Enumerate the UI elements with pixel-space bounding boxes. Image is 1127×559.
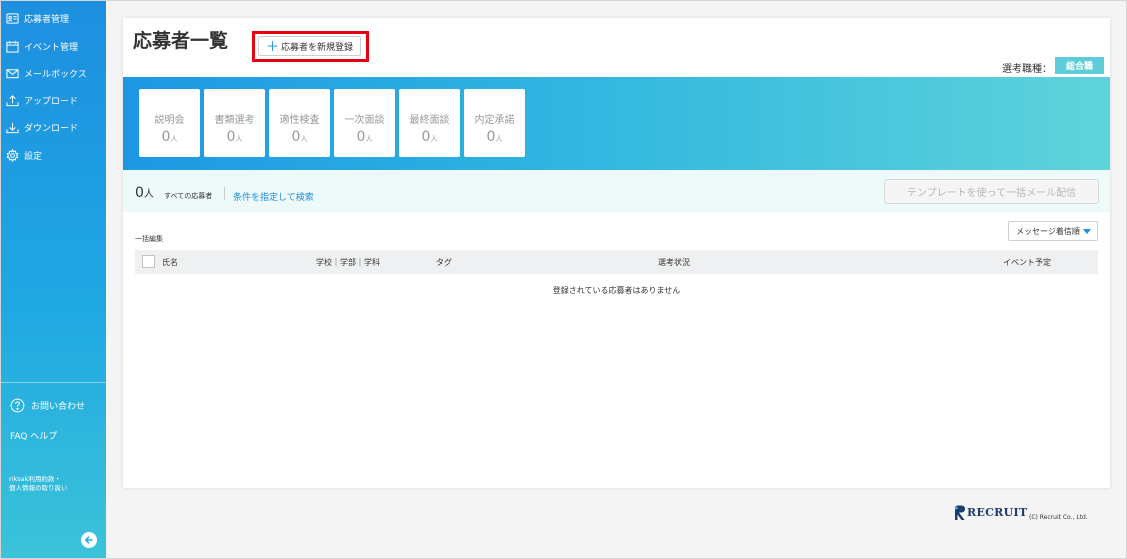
sidebar-item-settings[interactable]: 設定 [6, 144, 42, 166]
recruit-logo: RECRUIT [953, 505, 1027, 520]
selection-stage-band: 説明会 0人 書類選考 0人 適性検査 0人 一次面談 0人 最終面談 0人 内… [123, 77, 1110, 170]
job-type-label: 選考職種： [1002, 64, 1052, 75]
stage-card-aptitude-test[interactable]: 適性検査 0人 [269, 89, 330, 157]
sidebar-item-label: アップロード [24, 96, 79, 107]
download-icon [6, 122, 19, 133]
summary-bar: 0人 すべての応募者 条件を指定して検索 テンプレートを使って一括メール配信 [123, 170, 1110, 212]
main-panel: 応募者一覧 ＋ 応募者を新規登録 選考職種： 総合職 説明会 0人 書類選考 0… [123, 18, 1110, 488]
stage-label: 適性検査 [279, 115, 320, 126]
stage-card-offer-accepted[interactable]: 内定承諾 0人 [464, 89, 525, 157]
sidebar-item-download[interactable]: ダウンロード [6, 116, 78, 138]
all-applicants-label: すべての応募者 [164, 192, 213, 200]
sidebar-item-label: 応募者管理 [24, 14, 70, 25]
sidebar-item-label: ダウンロード [24, 123, 79, 134]
stage-label: 内定承諾 [474, 115, 515, 126]
sidebar-item-events[interactable]: イベント管理 [6, 35, 78, 57]
mail-icon [6, 68, 19, 78]
stage-label: 書類選考 [214, 115, 255, 126]
stage-card-final-interview[interactable]: 最終面談 0人 [399, 89, 460, 157]
sidebar-item-label: メールボックス [24, 69, 87, 80]
select-all-checkbox[interactable] [142, 255, 155, 268]
stage-count: 0人 [356, 129, 373, 145]
contact-label: お問い合わせ [31, 402, 86, 412]
sidebar-item-mailbox[interactable]: メールボックス [6, 62, 87, 84]
stage-label: 一次面談 [344, 115, 385, 126]
stage-label: 説明会 [154, 115, 185, 126]
brand-name: RECRUIT [967, 506, 1028, 519]
applicant-table-header: 氏名 学校｜学部｜学科 タグ 選考状況 イベント予定 [135, 250, 1098, 274]
page-title: 応募者一覧 [133, 30, 229, 52]
stage-count: 0人 [421, 129, 438, 145]
upload-icon [6, 94, 19, 106]
faq-help-link[interactable]: FAQ ヘルプ [10, 429, 57, 442]
id-card-icon [6, 12, 19, 24]
sort-order-value: メッセージ着信順 [1016, 226, 1080, 236]
column-header-tag: タグ [436, 258, 452, 267]
sidebar: 応募者管理 イベント管理 メールボックス アップロード ダウンロード 設定 お問… [1, 1, 106, 558]
stage-card-briefing[interactable]: 説明会 0人 [139, 89, 200, 157]
sidebar-item-label: イベント管理 [24, 42, 79, 53]
column-header-status: 選考状況 [658, 258, 690, 267]
job-type-badge[interactable]: 総合職 [1055, 57, 1104, 74]
terms-line-1: riksak利用約款・ [9, 475, 61, 483]
question-circle-icon [10, 398, 25, 413]
stage-card-document-screening[interactable]: 書類選考 0人 [204, 89, 265, 157]
contact-link[interactable]: お問い合わせ [10, 398, 85, 413]
stage-card-first-interview[interactable]: 一次面談 0人 [334, 89, 395, 157]
total-applicant-count: 0人 [135, 185, 154, 201]
terms-line-2: 個人情報の取り扱い [9, 484, 68, 492]
empty-state-message: 登録されている応募者はありません [552, 286, 681, 295]
sidebar-item-applicants[interactable]: 応募者管理 [6, 7, 69, 29]
gear-icon [6, 148, 19, 162]
sidebar-divider [1, 382, 106, 383]
stage-count: 0人 [486, 129, 503, 145]
arrow-left-circle-icon [84, 536, 93, 544]
stage-count: 0人 [291, 129, 308, 145]
bulk-mail-button[interactable]: テンプレートを使って一括メール配信 [884, 179, 1099, 204]
sort-order-select[interactable]: メッセージ着信順 [1008, 221, 1098, 241]
sidebar-item-label: 設定 [24, 151, 43, 162]
stage-count: 0人 [161, 129, 178, 145]
bulk-edit-label[interactable]: 一括編集 [135, 234, 163, 244]
column-header-event-schedule: イベント予定 [1003, 258, 1051, 267]
plus-icon: ＋ [265, 38, 279, 54]
terms-link[interactable]: riksak利用約款・ 個人情報の取り扱い [9, 475, 104, 493]
column-header-name: 氏名 [162, 258, 178, 267]
chevron-down-icon [1083, 229, 1091, 234]
column-header-school: 学校｜学部｜学科 [316, 258, 380, 267]
calendar-icon [6, 40, 19, 53]
copyright-text: (C) Recruit Co., Ltd. [1029, 514, 1088, 521]
faq-help-label: FAQ ヘルプ [10, 432, 58, 442]
divider [224, 187, 225, 200]
add-applicant-label: 応募者を新規登録 [281, 41, 354, 52]
add-applicant-button[interactable]: ＋ 応募者を新規登録 [258, 36, 361, 56]
collapse-sidebar-button[interactable] [81, 532, 97, 548]
stage-label: 最終面談 [409, 115, 450, 126]
stage-count: 0人 [226, 129, 243, 145]
advanced-search-link[interactable]: 条件を指定して検索 [233, 190, 314, 203]
recruit-logo-icon [954, 505, 965, 520]
sidebar-item-upload[interactable]: アップロード [6, 89, 78, 111]
